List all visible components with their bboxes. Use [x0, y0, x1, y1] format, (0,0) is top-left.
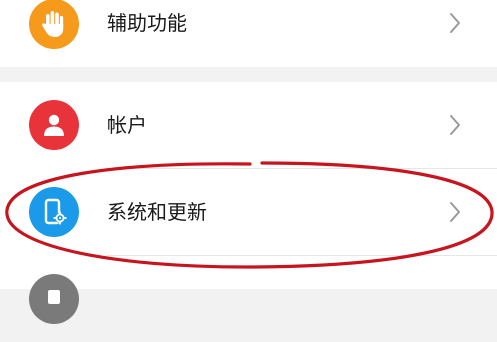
- partial-icon-badge: [29, 274, 79, 324]
- settings-group-system: 帐户 系统和更新: [0, 82, 497, 324]
- chevron-right-icon: [450, 13, 460, 33]
- settings-item-label: 帐户: [107, 113, 147, 137]
- settings-item-account[interactable]: 帐户: [0, 82, 497, 168]
- hand-icon: [42, 11, 64, 37]
- account-icon-badge: [29, 100, 79, 150]
- chevron-right-icon: [450, 115, 460, 135]
- settings-item-system-updates[interactable]: 系统和更新: [0, 169, 497, 255]
- settings-item-next[interactable]: [0, 256, 497, 342]
- user-icon: [44, 114, 64, 136]
- settings-item-label: 系统和更新: [107, 200, 207, 224]
- settings-group-accessibility: 辅助功能: [0, 0, 497, 67]
- settings-item-accessibility[interactable]: 辅助功能: [0, 0, 497, 66]
- phone-settings-icon: [44, 198, 67, 225]
- accessibility-icon-badge: [29, 0, 79, 49]
- system-icon-badge: [29, 187, 79, 237]
- partial-icon: [48, 290, 60, 304]
- chevron-right-icon: [450, 202, 460, 222]
- settings-item-label: 辅助功能: [107, 11, 187, 35]
